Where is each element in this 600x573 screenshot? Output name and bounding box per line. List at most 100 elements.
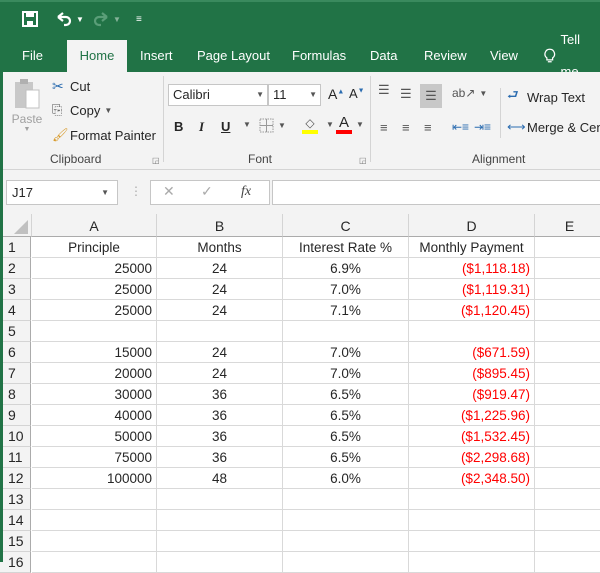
cell-e13[interactable]: [535, 489, 600, 510]
cell-a16[interactable]: [32, 552, 157, 573]
cell-d15[interactable]: [409, 531, 535, 552]
shrink-font-button[interactable]: A▼: [349, 86, 365, 101]
formula-input[interactable]: [272, 180, 600, 205]
font-launcher-icon[interactable]: ◲: [359, 156, 367, 165]
column-header-a[interactable]: A: [32, 214, 157, 237]
cell-e8[interactable]: [535, 384, 600, 405]
cell-a6[interactable]: 15000: [32, 342, 157, 363]
align-center-button[interactable]: ≡: [402, 120, 410, 135]
row-header[interactable]: 8: [0, 384, 31, 405]
cell-a8[interactable]: 30000: [32, 384, 157, 405]
cell-e11[interactable]: [535, 447, 600, 468]
cell-c10[interactable]: 6.5%: [283, 426, 409, 447]
cell-c16[interactable]: [283, 552, 409, 573]
cell-d8[interactable]: ($919.47): [409, 384, 535, 405]
cell-b6[interactable]: 24: [157, 342, 283, 363]
cell-b10[interactable]: 36: [157, 426, 283, 447]
cell-b14[interactable]: [157, 510, 283, 531]
cut-button[interactable]: ✂ Cut: [52, 78, 90, 95]
top-align-button[interactable]: ☰: [378, 82, 390, 98]
font-color-dropdown[interactable]: ▼: [352, 120, 364, 129]
redo-button[interactable]: ▼: [92, 8, 121, 30]
cell-c7[interactable]: 7.0%: [283, 363, 409, 384]
row-header[interactable]: 3: [0, 279, 31, 300]
row-header[interactable]: 14: [0, 510, 31, 531]
fill-color-button[interactable]: ◇: [302, 116, 318, 134]
cell-b12[interactable]: 48: [157, 468, 283, 489]
tab-data[interactable]: Data: [370, 40, 397, 72]
column-header-b[interactable]: B: [157, 214, 283, 237]
cell-b16[interactable]: [157, 552, 283, 573]
cell-b11[interactable]: 36: [157, 447, 283, 468]
cell-a10[interactable]: 50000: [32, 426, 157, 447]
cell-e7[interactable]: [535, 363, 600, 384]
column-header-c[interactable]: C: [283, 214, 409, 237]
cell-a4[interactable]: 25000: [32, 300, 157, 321]
save-button[interactable]: [22, 8, 38, 30]
cell-e2[interactable]: [535, 258, 600, 279]
cell-d7[interactable]: ($895.45): [409, 363, 535, 384]
underline-dropdown[interactable]: ▼: [239, 120, 251, 129]
cell-a5[interactable]: [32, 321, 157, 342]
cell-b4[interactable]: 24: [157, 300, 283, 321]
cell-c12[interactable]: 6.0%: [283, 468, 409, 489]
cell-a13[interactable]: [32, 489, 157, 510]
cell-c14[interactable]: [283, 510, 409, 531]
orientation-button[interactable]: ab↗ ▼: [452, 86, 487, 100]
borders-button[interactable]: ▼: [259, 118, 286, 133]
insert-function-button[interactable]: fx: [241, 184, 251, 200]
cell-c1[interactable]: Interest Rate %: [283, 237, 409, 258]
clipboard-launcher-icon[interactable]: ◲: [152, 156, 160, 165]
tab-insert[interactable]: Insert: [140, 40, 173, 72]
cell-c11[interactable]: 6.5%: [283, 447, 409, 468]
cell-b5[interactable]: [157, 321, 283, 342]
cell-e1[interactable]: [535, 237, 600, 258]
underline-button[interactable]: U: [221, 119, 230, 134]
format-painter-button[interactable]: 🖌 Format Painter: [52, 127, 156, 143]
middle-align-button[interactable]: ☰: [400, 86, 412, 102]
undo-button[interactable]: ▼: [55, 8, 84, 30]
copy-dropdown-icon[interactable]: ▼: [104, 106, 112, 115]
cell-d3[interactable]: ($1,119.31): [409, 279, 535, 300]
cell-d16[interactable]: [409, 552, 535, 573]
tell-me-search[interactable]: Tell me: [544, 40, 600, 72]
cell-d12[interactable]: ($2,348.50): [409, 468, 535, 489]
cancel-formula-button[interactable]: ✕: [163, 183, 175, 200]
cell-a7[interactable]: 20000: [32, 363, 157, 384]
tab-home[interactable]: Home: [67, 40, 127, 72]
tab-view[interactable]: View: [490, 40, 518, 72]
row-header[interactable]: 10: [0, 426, 31, 447]
cell-c8[interactable]: 6.5%: [283, 384, 409, 405]
row-header[interactable]: 11: [0, 447, 31, 468]
name-box[interactable]: J17 ▼: [6, 180, 118, 205]
cell-e15[interactable]: [535, 531, 600, 552]
row-header[interactable]: 16: [0, 552, 31, 573]
customize-quick-access-button[interactable]: ≡: [136, 8, 142, 30]
cell-e14[interactable]: [535, 510, 600, 531]
cell-a15[interactable]: [32, 531, 157, 552]
cell-c15[interactable]: [283, 531, 409, 552]
decrease-indent-button[interactable]: ⇤≡: [452, 120, 469, 134]
cell-b2[interactable]: 24: [157, 258, 283, 279]
row-header[interactable]: 13: [0, 489, 31, 510]
cell-a1[interactable]: Principle: [32, 237, 157, 258]
tab-formulas[interactable]: Formulas: [292, 40, 346, 72]
row-header[interactable]: 12: [0, 468, 31, 489]
bold-button[interactable]: B: [174, 119, 183, 134]
cell-b15[interactable]: [157, 531, 283, 552]
cell-d10[interactable]: ($1,532.45): [409, 426, 535, 447]
cell-c3[interactable]: 7.0%: [283, 279, 409, 300]
row-header[interactable]: 15: [0, 531, 31, 552]
wrap-text-button[interactable]: ⮐ Wrap Text: [507, 86, 585, 108]
cell-b1[interactable]: Months: [157, 237, 283, 258]
cell-c13[interactable]: [283, 489, 409, 510]
row-header[interactable]: 4: [0, 300, 31, 321]
cell-b9[interactable]: 36: [157, 405, 283, 426]
cell-d9[interactable]: ($1,225.96): [409, 405, 535, 426]
cell-b3[interactable]: 24: [157, 279, 283, 300]
grow-font-button[interactable]: A▲: [328, 86, 344, 102]
fill-color-dropdown[interactable]: ▼: [322, 120, 334, 129]
align-left-button[interactable]: ≡: [380, 120, 388, 135]
cell-c9[interactable]: 6.5%: [283, 405, 409, 426]
row-header[interactable]: 9: [0, 405, 31, 426]
